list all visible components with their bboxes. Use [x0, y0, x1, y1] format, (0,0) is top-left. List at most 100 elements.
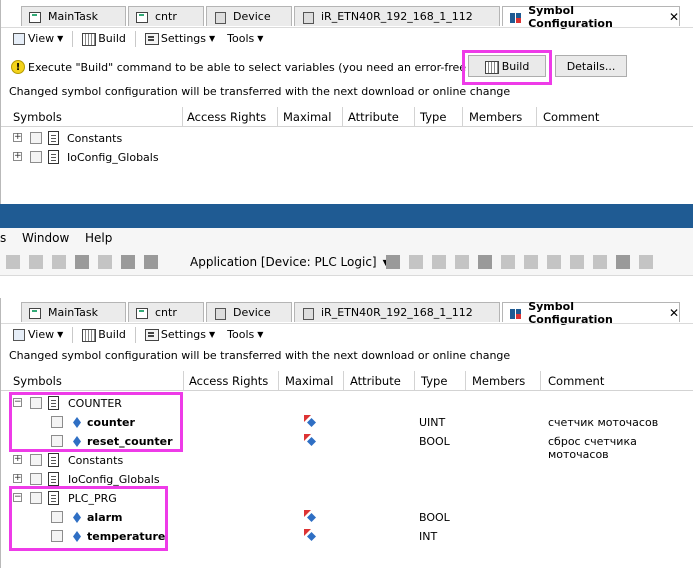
chevron-down-icon: ▼ — [257, 330, 264, 339]
row-label: IoConfig_Globals — [67, 151, 159, 164]
logout-icon[interactable] — [409, 255, 423, 269]
read-write-icon[interactable] — [304, 434, 316, 447]
column-header-comment[interactable]: Comment — [548, 374, 604, 388]
device-icon — [213, 307, 227, 320]
bookmark-icon[interactable] — [52, 255, 66, 269]
read-write-icon[interactable] — [304, 415, 316, 428]
column-header-attribute[interactable]: Attribute — [350, 374, 401, 388]
tab-label: MainTask — [48, 10, 98, 23]
ide-window: s Window Help Application [Device: PLC L… — [0, 228, 693, 568]
settings-icon — [144, 328, 159, 341]
build-label: Build — [98, 32, 126, 45]
tools-icon[interactable] — [478, 255, 492, 269]
tab-ir-etn40r[interactable]: iR_ETN40R_192_168_1_112 — [294, 6, 500, 26]
more-icon[interactable] — [639, 255, 653, 269]
step-over-icon[interactable] — [524, 255, 538, 269]
notice-text: Changed symbol configuration will be tra… — [9, 349, 511, 362]
tab-ir-etn40r[interactable]: iR_ETN40R_192_168_1_112 — [294, 302, 500, 322]
tab-device[interactable]: Device — [206, 302, 292, 322]
main-toolbar-left-icons — [6, 253, 167, 271]
expand-icon[interactable]: + — [13, 474, 22, 483]
build-toolbar-button[interactable]: Build — [79, 326, 129, 344]
column-header-comment[interactable]: Comment — [543, 110, 599, 124]
column-header-members[interactable]: Members — [469, 110, 522, 124]
expand-icon[interactable]: + — [13, 455, 22, 464]
column-header-maximal[interactable]: Maximal — [285, 374, 333, 388]
view-menu-button[interactable]: View ▼ — [9, 30, 66, 48]
column-header-attribute[interactable]: Attribute — [348, 110, 399, 124]
close-icon[interactable]: ✕ — [669, 306, 679, 320]
device-icon — [301, 307, 315, 320]
view-icon — [12, 32, 25, 45]
document-icon — [48, 453, 59, 467]
build-label: Build — [98, 328, 126, 341]
tree-row-constants[interactable]: + Constants — [1, 451, 693, 470]
step-out-icon[interactable] — [547, 255, 561, 269]
read-write-icon[interactable] — [304, 510, 316, 523]
close-icon[interactable]: ✕ — [669, 10, 679, 24]
checkbox[interactable] — [30, 454, 42, 466]
undo-icon[interactable] — [6, 255, 20, 269]
tab-symbol-configuration[interactable]: Symbol Configuration ✕ — [502, 4, 680, 30]
tab-maintask[interactable]: MainTask — [21, 6, 126, 26]
export-icon[interactable] — [121, 255, 135, 269]
breakpoint-icon[interactable] — [616, 255, 630, 269]
run-icon[interactable] — [432, 255, 446, 269]
redo-icon[interactable] — [29, 255, 43, 269]
chevron-down-icon: ▼ — [57, 34, 64, 43]
column-header-symbols[interactable]: Symbols — [13, 374, 62, 388]
checkbox[interactable] — [30, 151, 42, 163]
tab-label: MainTask — [48, 306, 98, 319]
column-header-type[interactable]: Type — [421, 374, 447, 388]
chevron-down-icon: ▼ — [257, 34, 264, 43]
device-icon — [213, 11, 227, 24]
tree-row-constants[interactable]: + Constants — [1, 129, 693, 148]
settings-menu-button[interactable]: Settings ▼ — [142, 30, 218, 48]
column-header-maximal[interactable]: Maximal — [283, 110, 331, 124]
column-header-access-rights[interactable]: Access Rights — [189, 374, 268, 388]
column-header-symbols[interactable]: Symbols — [13, 110, 62, 124]
tab-cntr[interactable]: cntr — [128, 6, 204, 26]
expand-icon[interactable]: + — [13, 133, 22, 142]
document-icon — [48, 150, 59, 164]
row-label: IoConfig_Globals — [68, 473, 160, 486]
highlight-box — [9, 392, 183, 452]
tab-cntr[interactable]: cntr — [128, 302, 204, 322]
column-header-type[interactable]: Type — [420, 110, 446, 124]
menu-item-window[interactable]: Window — [22, 231, 69, 245]
checkbox[interactable] — [30, 132, 42, 144]
expand-icon[interactable]: + — [13, 152, 22, 161]
watch-icon[interactable] — [570, 255, 584, 269]
settings-label: Settings — [160, 32, 207, 45]
menu-item-partial[interactable]: s — [0, 231, 6, 245]
type-cell: BOOL — [419, 511, 450, 524]
read-write-icon[interactable] — [304, 529, 316, 542]
details-button[interactable]: Details... — [555, 55, 627, 77]
tab-symbol-configuration[interactable]: Symbol Configuration ✕ — [502, 300, 680, 326]
checkbox[interactable] — [30, 473, 42, 485]
symbol-config-icon — [509, 11, 522, 23]
tab-label: iR_ETN40R_192_168_1_112 — [321, 306, 473, 319]
stop-icon[interactable] — [455, 255, 469, 269]
grid-icon[interactable] — [98, 255, 112, 269]
tab-device[interactable]: Device — [206, 6, 292, 26]
copy-icon[interactable] — [75, 255, 89, 269]
program-icon — [135, 307, 149, 319]
grid-header: Symbols Access Rights Maximal Attribute … — [1, 107, 693, 127]
tools-menu-button[interactable]: Tools ▼ — [224, 30, 266, 48]
tab-maintask[interactable]: MainTask — [21, 302, 126, 322]
build-toolbar-button[interactable]: Build — [79, 30, 129, 48]
arrow-right-icon[interactable] — [593, 255, 607, 269]
application-selector[interactable]: Application [Device: PLC Logic] ▼ — [190, 253, 389, 271]
menu-item-help[interactable]: Help — [85, 231, 112, 245]
build-icon[interactable] — [144, 255, 158, 269]
tools-menu-button[interactable]: Tools ▼ — [224, 326, 266, 344]
settings-menu-button[interactable]: Settings ▼ — [142, 326, 218, 344]
step-into-icon[interactable] — [501, 255, 515, 269]
symbol-config-panel-top: MainTask cntr Device iR_ETN40R_192_168_1… — [0, 0, 693, 204]
login-icon[interactable] — [386, 255, 400, 269]
column-header-access-rights[interactable]: Access Rights — [187, 110, 266, 124]
view-menu-button[interactable]: View ▼ — [9, 326, 66, 344]
tree-row-ioconfig-globals[interactable]: + IoConfig_Globals — [1, 148, 693, 167]
column-header-members[interactable]: Members — [472, 374, 525, 388]
